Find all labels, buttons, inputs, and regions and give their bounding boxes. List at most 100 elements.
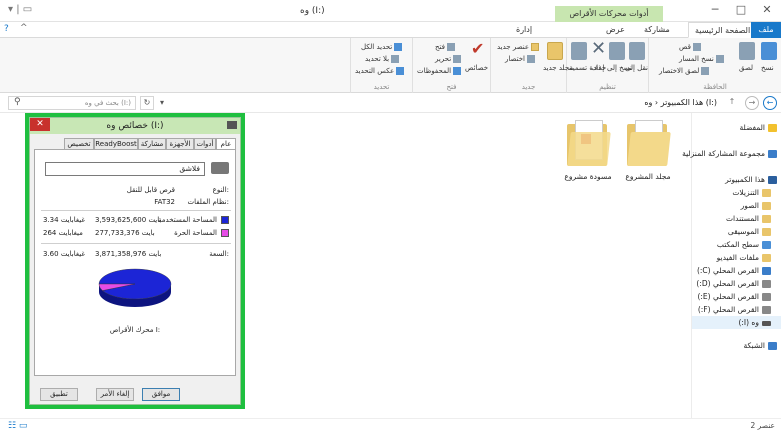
music-folder-icon xyxy=(762,228,771,236)
star-icon xyxy=(768,124,777,132)
tab-manage[interactable]: إدارة xyxy=(510,22,538,38)
tab-file[interactable]: ملف xyxy=(751,22,781,38)
clipboard-group: نسخ لصق قص نسخ المسار لصق الاختصار الحاف… xyxy=(648,38,781,93)
invert-selection-button[interactable]: عكس التحديد xyxy=(355,67,405,75)
window-controls: ─ □ ✕ xyxy=(707,3,775,16)
apply-button[interactable]: تطبيق xyxy=(40,388,78,401)
search-input[interactable]: بحث في وه (I:) xyxy=(8,96,136,110)
history-icon xyxy=(453,67,462,75)
copy-icon xyxy=(761,42,777,60)
drive-letter-label: محرك الأقراص I: xyxy=(109,326,161,334)
nav-documents[interactable]: المستندات xyxy=(726,212,771,225)
nav-this-pc[interactable]: هذا الكمبيوتر xyxy=(725,173,777,186)
downloads-folder-icon xyxy=(762,189,771,197)
clipboard-group-label: الحافظة xyxy=(703,83,727,91)
refresh-icon[interactable]: ↻ xyxy=(140,96,154,110)
help-icon[interactable]: ? xyxy=(4,24,9,34)
quick-access-toolbar[interactable]: ▾ | ▭ xyxy=(8,4,32,15)
ribbon-collapse-icon[interactable]: ^ xyxy=(20,23,28,33)
nav-drive-e[interactable]: القرص المحلي (E:) xyxy=(697,290,771,303)
easy-access-button[interactable]: اختصار xyxy=(505,55,535,63)
nav-downloads[interactable]: التنزيلات xyxy=(732,186,771,199)
close-icon[interactable]: ✕ xyxy=(30,118,50,131)
usb-drive-icon xyxy=(211,162,229,174)
select-none-button[interactable]: بلا تحديد xyxy=(365,55,400,63)
folder-item[interactable]: مجلد المشروع xyxy=(618,120,678,181)
paste-shortcut-icon xyxy=(701,67,710,75)
nav-videos[interactable]: ملفات الفيديو xyxy=(717,251,771,264)
nav-drive-i[interactable]: وه (I:) xyxy=(692,316,781,329)
properties-button[interactable]: خصائص xyxy=(465,64,488,72)
general-tab-panel: فلاشق النوع: قرص قابل للنقل نظام الملفات… xyxy=(34,149,236,376)
nav-homegroup[interactable]: مجموعة المشاركة المنزلية xyxy=(682,147,777,160)
drive-name-input[interactable]: فلاشق xyxy=(45,162,205,176)
nav-network[interactable]: الشبكة xyxy=(744,339,777,352)
nav-drive-c[interactable]: القرص المحلي (C:) xyxy=(697,264,771,277)
capacity-label: السعة: xyxy=(209,250,229,258)
type-value: قرص قابل للنقل xyxy=(126,186,175,194)
paste-shortcut-button[interactable]: لصق الاختصار xyxy=(659,67,710,75)
new-item-icon xyxy=(531,43,540,51)
maximize-icon[interactable]: □ xyxy=(733,3,749,16)
close-icon[interactable]: ✕ xyxy=(759,3,775,16)
select-group-label: تحديد xyxy=(373,83,390,91)
rename-icon xyxy=(571,42,587,60)
copy-path-button[interactable]: نسخ المسار xyxy=(679,55,724,63)
nav-pictures[interactable]: الصور xyxy=(741,199,771,212)
documents-folder-icon xyxy=(762,215,771,223)
folder-item[interactable]: مسودة مشروع xyxy=(558,120,618,181)
tab-home[interactable]: الصفحة الرئيسية xyxy=(688,22,758,38)
free-space-bytes: 277,733,376 بايت xyxy=(95,229,155,237)
back-icon[interactable]: ← xyxy=(763,96,777,110)
tab-share[interactable]: مشاركة xyxy=(638,22,676,38)
type-label: النوع: xyxy=(212,186,229,194)
ok-button[interactable]: موافق xyxy=(142,388,180,401)
nav-drive-d[interactable]: القرص المحلي (D:) xyxy=(696,277,771,290)
paste-icon xyxy=(739,42,755,60)
used-space-gb: 3.34 غيغابايت xyxy=(43,216,85,224)
minimize-icon[interactable]: ─ xyxy=(707,3,723,16)
invert-selection-icon xyxy=(396,67,405,75)
nav-music[interactable]: الموسيقى xyxy=(728,225,771,238)
new-folder-button[interactable]: مجلد جديد xyxy=(543,64,573,72)
open-group-label: فتح xyxy=(446,83,457,91)
homegroup-icon xyxy=(768,150,777,158)
folder-icon xyxy=(627,120,671,166)
navigation-pane: المفضلة مجموعة المشاركة المنزلية هذا الك… xyxy=(682,113,781,418)
nav-drive-f[interactable]: القرص المحلي (F:) xyxy=(698,303,771,316)
computer-icon xyxy=(768,176,777,184)
forward-icon[interactable]: → xyxy=(745,96,759,110)
select-group: تحديد الكل بلا تحديد عكس التحديد تحديد xyxy=(350,38,412,93)
open-button[interactable]: فتح xyxy=(435,43,455,51)
cancel-button[interactable]: إلغاء الأمر xyxy=(96,388,134,401)
filesystem-value: FAT32 xyxy=(154,198,175,206)
select-all-icon xyxy=(394,43,403,51)
up-arrow-icon[interactable]: ↑ xyxy=(725,96,739,110)
open-group: ✔ خصائص فتح تحرير المحفوظات فتح xyxy=(412,38,490,93)
paste-button[interactable]: لصق xyxy=(739,64,753,72)
copy-button[interactable]: نسخ xyxy=(761,64,774,72)
ribbon: نسخ لصق قص نسخ المسار لصق الاختصار الحاف… xyxy=(0,38,781,93)
rename-button[interactable]: إعادة تسمية xyxy=(569,64,604,72)
address-path[interactable]: هذا الكمبيوتر ‹ وه (I:) xyxy=(175,96,721,110)
copy-to-button[interactable]: نسخ إلى xyxy=(607,64,632,72)
cut-button[interactable]: قص xyxy=(679,43,701,51)
windows-drive-icon xyxy=(762,267,771,275)
history-dropdown-icon[interactable]: ▾ xyxy=(156,96,168,110)
history-button[interactable]: المحفوظات xyxy=(417,67,462,75)
nav-desktop[interactable]: سطح المكتب xyxy=(717,238,771,251)
view-toggle-icons[interactable]: ☷ ▭ xyxy=(8,421,27,431)
organize-group-label: تنظيم xyxy=(599,83,616,91)
status-bar: ☷ ▭ 2 عنصر xyxy=(0,418,781,433)
capacity-gb: 3.60 غيغابايت xyxy=(43,250,85,258)
delete-icon: ✕ xyxy=(591,38,607,59)
drive-tools-context-label: أدوات محركات الأقراص xyxy=(555,6,663,22)
filesystem-label: نظام الملفات: xyxy=(187,198,229,206)
edit-button[interactable]: تحرير xyxy=(435,55,462,63)
drive-icon xyxy=(762,280,771,288)
nav-favorites[interactable]: المفضلة xyxy=(739,121,777,134)
move-to-icon xyxy=(629,42,645,60)
tab-view[interactable]: عرض xyxy=(600,22,631,38)
new-item-button[interactable]: عنصر جديد xyxy=(497,43,540,51)
select-all-button[interactable]: تحديد الكل xyxy=(361,43,403,51)
